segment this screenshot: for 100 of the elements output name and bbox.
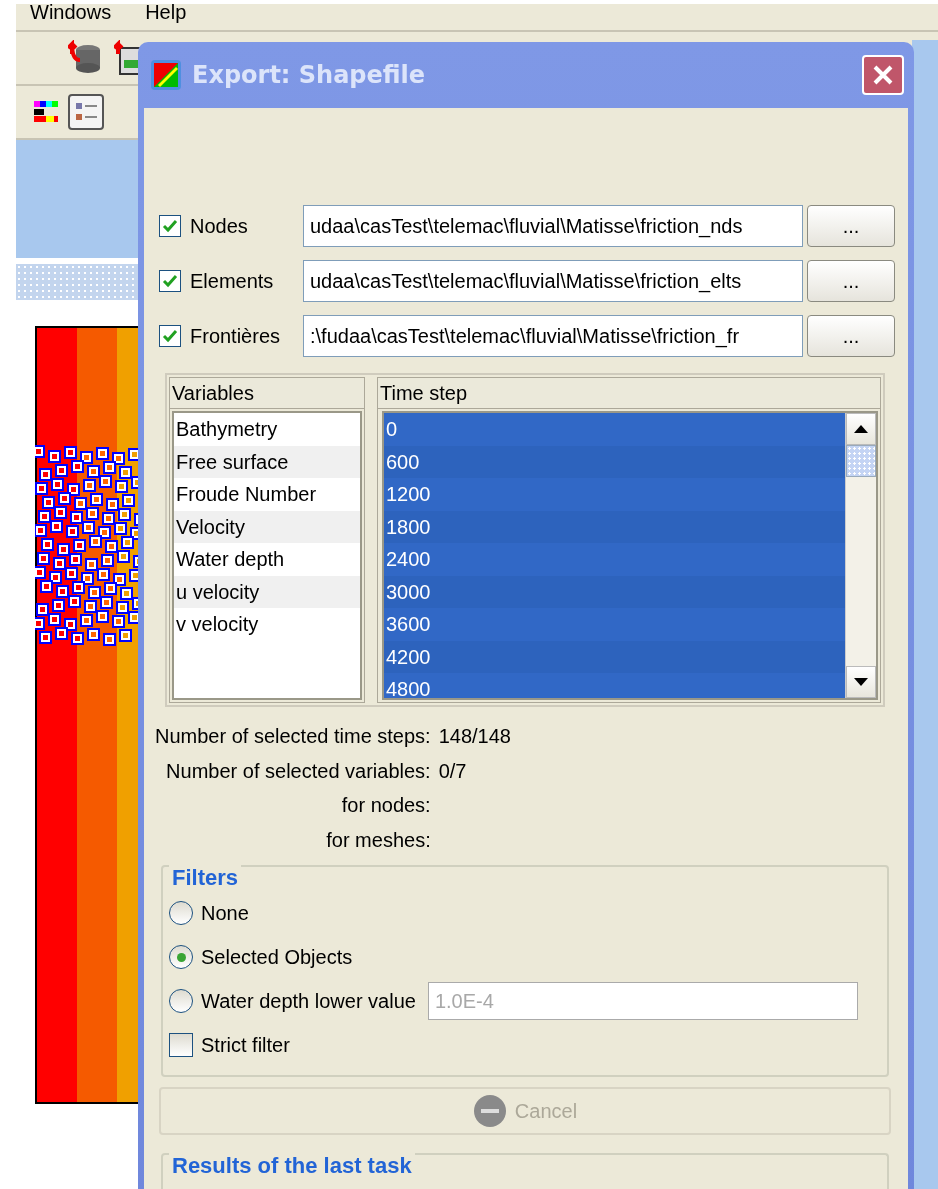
node-marker bbox=[86, 507, 99, 520]
node-marker bbox=[83, 479, 96, 492]
checkbox-label: Frontières bbox=[190, 324, 282, 348]
node-marker bbox=[71, 460, 84, 473]
summary-label: Number of selected time steps: bbox=[155, 724, 431, 749]
node-marker bbox=[97, 568, 110, 581]
node-marker bbox=[48, 450, 61, 463]
summary-value: 0/7 bbox=[438, 758, 468, 784]
radio-label: Water depth lower value bbox=[201, 989, 416, 1013]
node-marker bbox=[80, 614, 93, 627]
node-marker bbox=[112, 615, 125, 628]
menu-item[interactable]: Help bbox=[145, 2, 187, 22]
node-marker bbox=[52, 599, 65, 612]
node-marker bbox=[88, 586, 101, 599]
node-marker bbox=[120, 587, 133, 600]
browse-button[interactable]: ... bbox=[807, 260, 895, 302]
node-marker bbox=[51, 478, 64, 491]
node-marker bbox=[103, 633, 116, 646]
node-marker bbox=[57, 543, 70, 556]
node-marker bbox=[64, 618, 77, 631]
time-step-item[interactable]: 4800 bbox=[384, 673, 845, 698]
node-marker bbox=[39, 468, 52, 481]
node-marker bbox=[49, 571, 62, 584]
variable-item[interactable]: Water depth bbox=[174, 543, 360, 576]
node-marker bbox=[113, 573, 126, 586]
node-marker bbox=[82, 521, 95, 534]
time-step-item[interactable]: 1800 bbox=[384, 510, 845, 543]
summary-label: for nodes: bbox=[340, 793, 431, 818]
radio-button[interactable] bbox=[169, 945, 193, 969]
node-marker bbox=[67, 483, 80, 496]
node-marker bbox=[100, 596, 113, 609]
node-marker bbox=[71, 632, 84, 645]
node-marker bbox=[48, 613, 61, 626]
node-marker bbox=[35, 524, 47, 537]
node-marker bbox=[104, 582, 117, 595]
time-step-item[interactable]: 4200 bbox=[384, 640, 845, 673]
summary-label: Number of selected variables: bbox=[165, 758, 431, 784]
checkbox[interactable] bbox=[159, 270, 181, 292]
scroll-down-icon[interactable] bbox=[854, 678, 868, 686]
node-marker bbox=[101, 554, 114, 567]
node-marker bbox=[74, 497, 87, 510]
node-marker bbox=[42, 496, 55, 509]
file-path-field[interactable]: udaa\casTest\telemac\fluvial\Matisse\friction_nds bbox=[303, 205, 803, 247]
node-marker bbox=[96, 610, 109, 623]
checkbox-label: Nodes bbox=[190, 214, 249, 238]
time-step-item[interactable]: 600 bbox=[384, 445, 845, 478]
node-marker bbox=[66, 525, 79, 538]
color-palette-icon[interactable] bbox=[34, 101, 58, 123]
node-marker bbox=[84, 600, 97, 613]
time-step-item[interactable]: 1200 bbox=[384, 478, 845, 511]
scroll-thumb[interactable] bbox=[846, 445, 876, 477]
checkbox[interactable] bbox=[159, 215, 181, 237]
node-marker bbox=[70, 511, 83, 524]
radio-label: Selected Objects bbox=[201, 945, 353, 969]
node-marker bbox=[89, 535, 102, 548]
close-button[interactable] bbox=[862, 55, 904, 95]
node-marker bbox=[64, 446, 77, 459]
node-marker bbox=[35, 566, 46, 579]
node-marker bbox=[69, 553, 82, 566]
close-icon bbox=[872, 64, 894, 86]
browse-button[interactable]: ... bbox=[807, 315, 895, 357]
checkbox-label: Strict filter bbox=[201, 1033, 290, 1057]
node-marker bbox=[80, 451, 93, 464]
node-marker bbox=[87, 465, 100, 478]
node-marker bbox=[99, 475, 112, 488]
scroll-up-icon[interactable] bbox=[854, 425, 868, 433]
node-marker bbox=[55, 464, 68, 477]
file-path-field[interactable]: :\fudaa\casTest\telemac\fluvial\Matisse\friction_fr bbox=[303, 315, 803, 357]
scrollbar[interactable] bbox=[845, 413, 876, 698]
radio-button[interactable] bbox=[169, 901, 193, 925]
checkbox[interactable] bbox=[159, 325, 181, 347]
variable-item[interactable]: Bathymetry bbox=[174, 413, 360, 446]
legend-icon[interactable] bbox=[68, 94, 104, 130]
file-path-field[interactable]: udaa\casTest\telemac\fluvial\Matisse\friction_elts bbox=[303, 260, 803, 302]
variable-item[interactable]: u velocity bbox=[174, 575, 360, 608]
time-step-item[interactable]: 2400 bbox=[384, 543, 845, 576]
menu-item[interactable]: Windows bbox=[30, 2, 112, 22]
node-marker bbox=[53, 557, 66, 570]
radio-label: None bbox=[201, 901, 249, 925]
node-marker bbox=[39, 631, 52, 644]
window-title: Export: Shapefile bbox=[192, 61, 426, 89]
variable-item[interactable]: v velocity bbox=[174, 608, 360, 641]
node-marker bbox=[81, 572, 94, 585]
variable-item[interactable]: Froude Number bbox=[174, 478, 360, 511]
checkmark-icon bbox=[161, 272, 179, 290]
app-logo-icon bbox=[150, 59, 182, 91]
node-marker bbox=[37, 552, 50, 565]
node-marker bbox=[121, 536, 134, 549]
node-marker bbox=[90, 493, 103, 506]
time-step-item[interactable]: 0 bbox=[384, 413, 845, 446]
node-marker bbox=[73, 539, 86, 552]
variable-item[interactable]: Velocity bbox=[174, 510, 360, 543]
time-step-item[interactable]: 3000 bbox=[384, 575, 845, 608]
time-step-item[interactable]: 3600 bbox=[384, 608, 845, 641]
browse-button[interactable]: ... bbox=[807, 205, 895, 247]
node-marker bbox=[122, 494, 135, 507]
node-marker bbox=[68, 595, 81, 608]
variable-item[interactable]: Free surface bbox=[174, 445, 360, 478]
node-marker bbox=[105, 540, 118, 553]
checkbox[interactable] bbox=[169, 1033, 193, 1057]
